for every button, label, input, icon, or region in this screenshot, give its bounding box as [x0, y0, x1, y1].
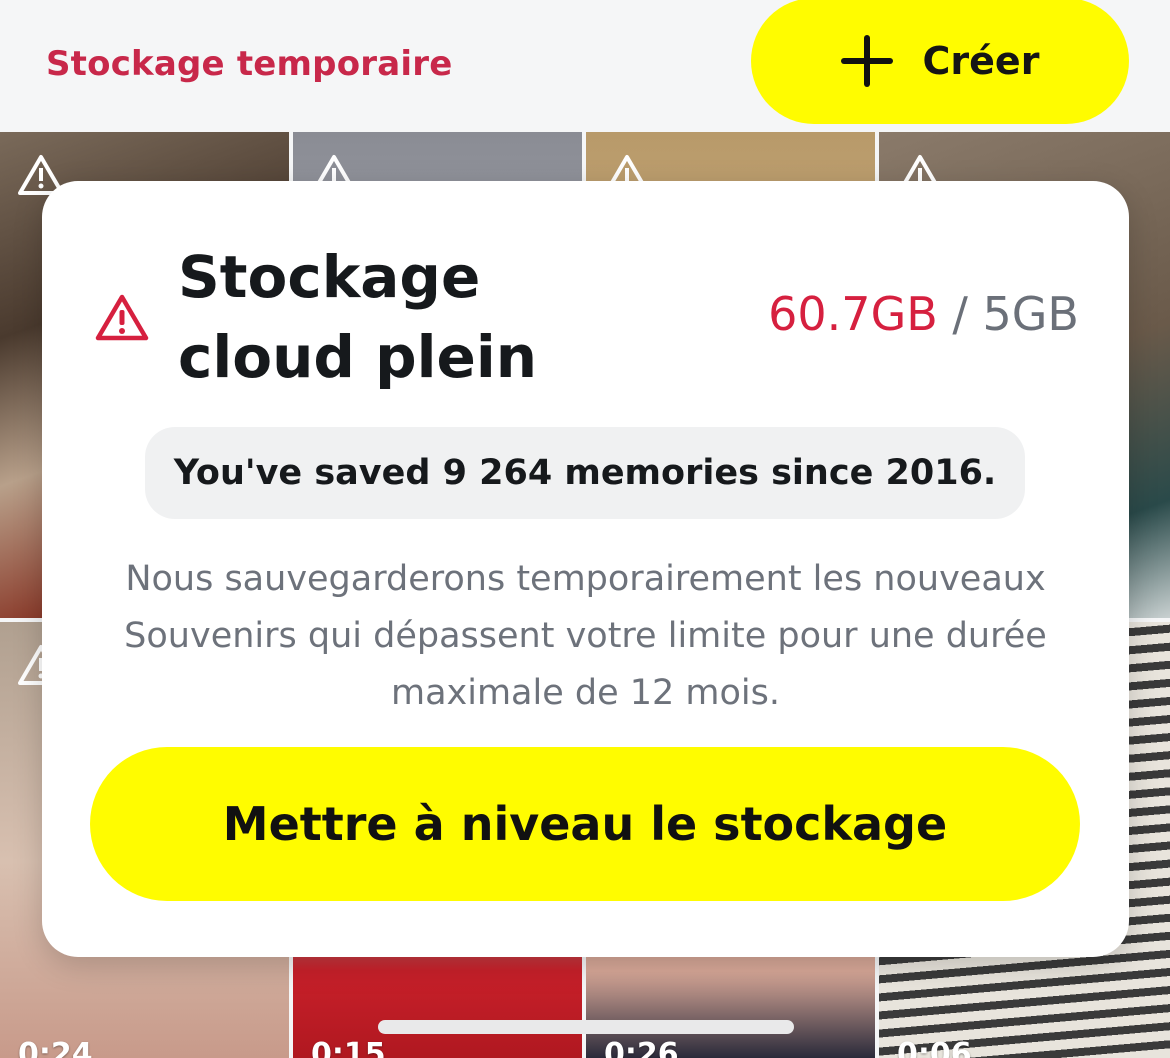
video-duration: 0:15	[311, 1037, 386, 1058]
storage-used-value: 60.7GB	[768, 287, 938, 341]
plus-icon	[840, 35, 893, 87]
upgrade-storage-button[interactable]: Mettre à niveau le stockage	[90, 747, 1080, 901]
storage-full-modal: Stockage cloud plein 60.7GB / 5GB You've…	[42, 181, 1129, 957]
storage-usage: 60.7GB / 5GB	[768, 287, 1079, 341]
modal-description: Nous sauvegarderons temporairement les n…	[124, 559, 1047, 713]
video-duration: 0:24	[18, 1037, 93, 1058]
create-button-label: Créer	[922, 39, 1040, 83]
create-button[interactable]: Créer	[751, 0, 1129, 124]
modal-title: Stockage cloud plein	[178, 243, 538, 391]
storage-limit-value: 5GB	[982, 287, 1079, 341]
home-indicator[interactable]	[378, 1020, 794, 1034]
video-duration: 0:06	[897, 1037, 972, 1058]
video-duration: 0:26	[604, 1037, 679, 1058]
upgrade-storage-label: Mettre à niveau le stockage	[222, 797, 948, 851]
memories-screen: Stockage temporaire Créer 0:24 0:15 0:26…	[0, 0, 1170, 1058]
memories-summary-pill: You've saved 9 264 memories since 2016.	[145, 427, 1025, 519]
memories-summary-text: You've saved 9 264 memories since 2016.	[173, 453, 997, 493]
warning-icon	[95, 294, 149, 341]
page-title: Stockage temporaire	[46, 44, 453, 84]
header: Stockage temporaire Créer	[0, 0, 1170, 132]
storage-separator: /	[937, 287, 983, 341]
